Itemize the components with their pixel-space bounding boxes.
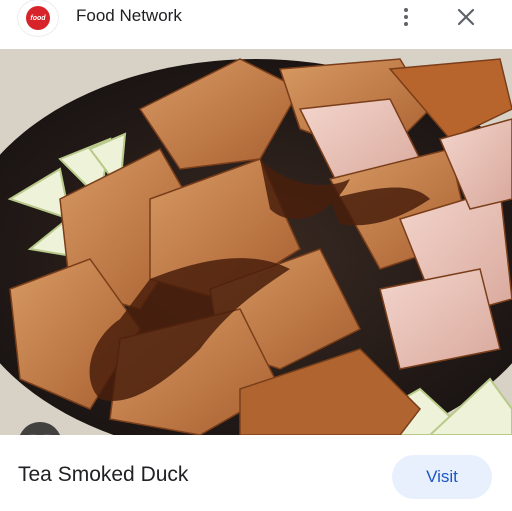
close-icon[interactable] <box>452 2 480 32</box>
food-network-logo[interactable]: food <box>18 0 58 36</box>
logo-wordmark: food <box>26 6 50 30</box>
visit-button[interactable]: Visit <box>392 455 492 499</box>
source-name[interactable]: Food Network <box>76 6 182 26</box>
dish-photo-illustration <box>0 49 512 435</box>
result-title[interactable]: Tea Smoked Duck <box>18 463 188 487</box>
top-bar: food Food Network <box>0 0 512 40</box>
more-options-icon[interactable] <box>394 2 418 32</box>
dish-photo[interactable] <box>0 49 512 435</box>
